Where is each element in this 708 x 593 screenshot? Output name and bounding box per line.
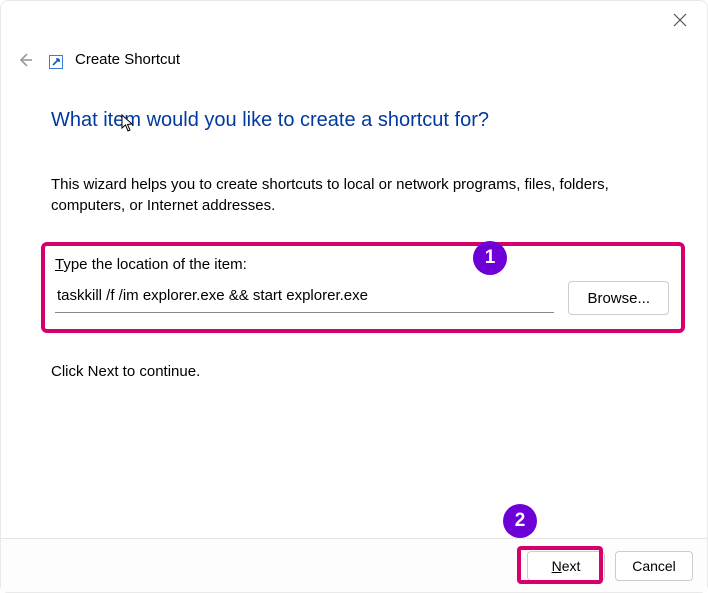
- continue-instruction: Click Next to continue.: [51, 363, 657, 380]
- dialog-footer: Next Cancel: [1, 538, 707, 592]
- wizard-description: This wizard helps you to create shortcut…: [51, 174, 611, 216]
- page-heading: What item would you like to create a sho…: [51, 109, 657, 132]
- dialog-title: Create Shortcut: [75, 51, 180, 68]
- close-button[interactable]: [669, 11, 691, 33]
- back-arrow-icon: [16, 51, 34, 73]
- back-button[interactable]: [14, 51, 36, 73]
- location-section-highlight: Type the location of the item: Browse...: [41, 242, 685, 333]
- shortcut-icon: [49, 55, 63, 69]
- dialog-content: What item would you like to create a sho…: [51, 109, 657, 380]
- location-label: Type the location of the item:: [55, 256, 669, 273]
- browse-button[interactable]: Browse...: [568, 281, 669, 315]
- next-button[interactable]: Next: [527, 551, 605, 581]
- location-input[interactable]: [55, 283, 554, 313]
- close-icon: [673, 13, 687, 31]
- create-shortcut-dialog: Create Shortcut What item would you like…: [0, 0, 708, 593]
- annotation-callout-2: 2: [503, 504, 537, 538]
- cancel-button[interactable]: Cancel: [615, 551, 693, 581]
